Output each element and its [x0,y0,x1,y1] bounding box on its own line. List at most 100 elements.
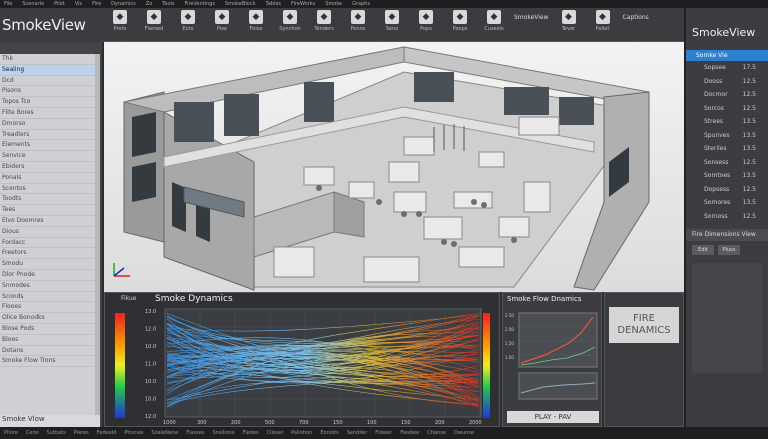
tree-item[interactable]: Ebiders [0,162,100,173]
tree-item[interactable]: Topos Tco [0,97,100,108]
property-value: 12.5 [742,91,756,98]
tree-item[interactable]: Elements [0,140,100,152]
tree-item[interactable]: Flooes [0,302,100,314]
menu-item[interactable]: SmokeBlock [225,1,255,7]
property-row[interactable]: Somtoes 13.5 [686,169,768,183]
tree-item[interactable]: Sealing [0,64,100,76]
tree-item[interactable]: Senvice [0,151,100,162]
status-item[interactable]: Ctlanse [427,430,446,436]
play-pause-button[interactable]: PLAY - PAV [507,411,599,423]
status-item[interactable]: Eonlots [320,430,338,436]
tree-item[interactable]: Smodu [0,259,100,270]
smoke-dynamics-chart[interactable]: Fikue Smoke Dynamics 13.0 12.0 10.0 11.0 10.… [104,292,500,427]
property-row[interactable]: Sorcos 12.5 [686,102,768,116]
status-item[interactable]: Flasses [186,430,204,436]
edit-button[interactable]: Edit [692,245,714,255]
menu-item[interactable]: Zo [146,1,152,7]
tree-item[interactable]: Dmorso [0,119,100,130]
status-item[interactable]: Fldaler [375,430,392,436]
menu-item[interactable]: File [4,1,12,7]
right-selected-item[interactable]: Somke Vie [686,50,768,61]
property-row[interactable]: Somores 13.5 [686,196,768,210]
status-item[interactable]: Fedeeld [97,430,117,436]
menu-item[interactable]: Fire [92,1,101,7]
status-item[interactable]: SoaleNene [151,430,178,436]
tree-item[interactable]: Dlor Pnode [0,270,100,281]
tree-item[interactable]: Freetors [0,248,100,260]
tool-button[interactable]: ◆ Ponos [344,10,372,32]
property-row[interactable]: Dopsess 12.5 [686,183,768,197]
menu-item[interactable]: Pilot [54,1,65,7]
menu-item[interactable]: Scenario [22,1,44,7]
status-item[interactable]: Ptrunes [124,430,143,436]
tool-button[interactable]: ◆ Eoto [174,10,202,32]
tree-item[interactable]: Blose Pods [0,324,100,335]
tool-button[interactable]: ◆ Flamed [140,10,168,32]
tree-item[interactable]: Fordacc [0,238,100,249]
status-item[interactable]: Fledes [242,430,258,436]
tool-button[interactable]: ◆ Poops [446,10,474,32]
tree-item[interactable]: Smoke Flow Trons [0,356,100,368]
property-row[interactable]: Sonsess 12.5 [686,156,768,170]
tool-button[interactable]: ◆ Cuseels [480,10,508,32]
status-item[interactable]: Cllesel [267,430,283,436]
menu-item[interactable]: FireVentings [185,1,216,7]
menu-item[interactable]: Graphs [352,1,370,7]
tree-item[interactable]: Olice Bonodks [0,313,100,324]
status-item[interactable]: Pieres [74,430,89,436]
menu-item[interactable]: FireWorks [291,1,315,7]
tool-button[interactable]: ◆ Tever [555,10,583,32]
room-icon: ◆ [283,10,297,24]
status-item[interactable]: Ceno [26,430,39,436]
menu-item[interactable]: Dynamics [111,1,136,7]
side-chart-plot: 2.50 2.00 1.50 1.00 [505,312,598,400]
property-row[interactable]: Sopsee 17.5 [686,61,768,75]
property-row[interactable]: Sornoss 12.5 [686,210,768,224]
tool-button[interactable]: ◆ Proto [106,10,134,32]
status-item[interactable]: Pllore [4,430,18,436]
menu-item[interactable]: Vis [75,1,82,7]
property-row[interactable]: Dooss 12.5 [686,75,768,89]
fire-dynamics-label: FIRE DENAMICS [609,307,679,343]
tree-item[interactable]: Flite Bores [0,108,100,119]
tree-item[interactable]: Bloes [0,335,100,346]
status-item[interactable]: Snsilions [212,430,234,436]
tool-button[interactable]: ◆ Synchon [276,10,304,32]
tool-button[interactable]: ◆ Seno [378,10,406,32]
tree-item[interactable]: Dious [0,227,100,238]
tree-item[interactable]: Tees [0,205,100,216]
3d-viewport[interactable] [104,42,684,292]
property-row[interactable]: Docmor 12.5 [686,88,768,102]
tree-item[interactable]: Sconds [0,292,100,303]
status-item[interactable]: Pallotion [291,430,312,436]
tree-item[interactable]: Elvo Doomres [0,216,100,227]
tree-item[interactable]: Ponals [0,173,100,184]
tool-button[interactable]: ◆ Pow [208,10,236,32]
tree-item[interactable]: Toodts [0,194,100,206]
property-row[interactable]: Strees 13.5 [686,115,768,129]
menu-item[interactable]: Tools [162,1,174,7]
tree-item[interactable]: Scentos [0,184,100,195]
tree-item[interactable]: Pisons [0,86,100,98]
plus-button[interactable]: Pluss [718,245,740,255]
tool-button[interactable]: ◆ Tenders [310,10,338,32]
status-item[interactable]: Fiesbee [400,430,419,436]
captions-label[interactable]: Captions [623,14,649,21]
property-row[interactable]: Steriles 13.5 [686,142,768,156]
tool-button[interactable]: ◆ Foise [242,10,270,32]
property-row[interactable]: Spunves 13.5 [686,129,768,143]
status-item[interactable]: Sutbats [47,430,66,436]
status-item[interactable]: Sendiler [347,430,368,436]
smoke-flow-chart[interactable]: Smoke Flow Dnamics 2.50 2.00 1.50 1.00 PLAY… [502,292,602,427]
tool-button[interactable]: ◆ Pallet [589,10,617,32]
tree-item[interactable]: Snmodes [0,281,100,292]
status-item[interactable]: Dwunse [454,430,474,436]
menu-item[interactable]: Tables [265,1,281,7]
menu-item[interactable]: Smoke [325,1,342,7]
tool-button[interactable]: ◆ Pops [412,10,440,32]
tree-item[interactable]: Dcd [0,76,100,87]
tree-item[interactable]: Thk [0,54,100,65]
tree-item[interactable]: Treadlers [0,130,100,141]
tree-item[interactable]: Dotans [0,346,100,357]
left-scrollbar[interactable] [95,54,100,427]
